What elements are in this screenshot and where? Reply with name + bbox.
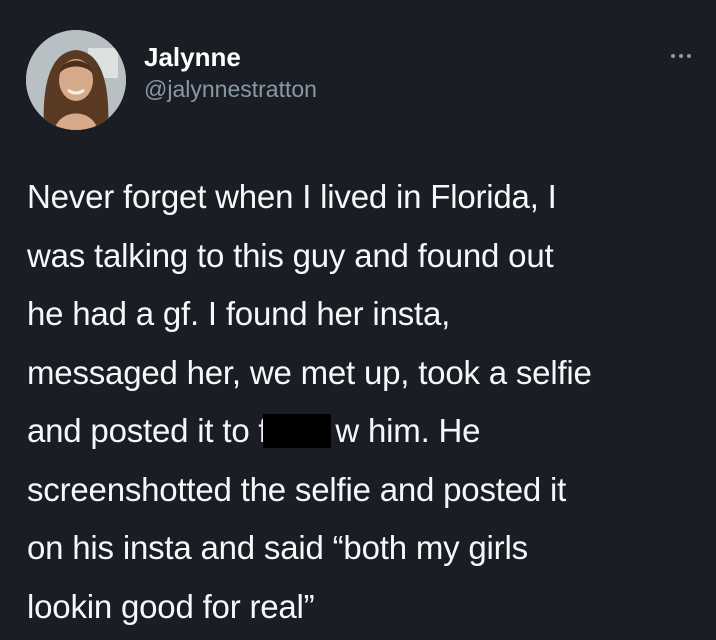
tweet-text-segment: and posted it to f bbox=[27, 412, 268, 449]
avatar[interactable] bbox=[26, 30, 126, 130]
user-handle[interactable]: @jalynnestratton bbox=[144, 74, 317, 104]
tweet-text-line: lookin good for real” bbox=[27, 587, 315, 625]
tweet-text-line: messaged her, we met up, took a selfie bbox=[27, 353, 592, 391]
tweet-header: Jalynne @jalynnestratton bbox=[26, 30, 317, 130]
ellipsis-icon bbox=[671, 54, 675, 58]
profile-photo-icon bbox=[26, 30, 126, 130]
tweet-text-line: was talking to this guy and found out bbox=[27, 236, 554, 274]
ellipsis-icon bbox=[679, 54, 683, 58]
more-options-button[interactable] bbox=[664, 46, 698, 66]
censor-bar bbox=[263, 414, 332, 448]
tweet-text-line: Never forget when I lived in Florida, I bbox=[27, 178, 557, 215]
author-names: Jalynne @jalynnestratton bbox=[144, 42, 317, 104]
tweet-card: Jalynne @jalynnestratton Never forget wh… bbox=[0, 0, 716, 640]
tweet-text-line: on his insta and said “both my girls bbox=[27, 529, 528, 566]
tweet-text-segment: w him. He bbox=[335, 412, 481, 449]
tweet-text-line: and posted it to f w him. He bbox=[27, 402, 697, 461]
display-name[interactable]: Jalynne bbox=[144, 42, 317, 72]
tweet-text-line: he had a gf. I found her insta, bbox=[27, 295, 451, 332]
tweet-text: Never forget when I lived in Florida, I … bbox=[27, 168, 697, 636]
ellipsis-icon bbox=[687, 54, 691, 58]
tweet-text-line: screenshotted the selfie and posted it bbox=[27, 470, 567, 508]
